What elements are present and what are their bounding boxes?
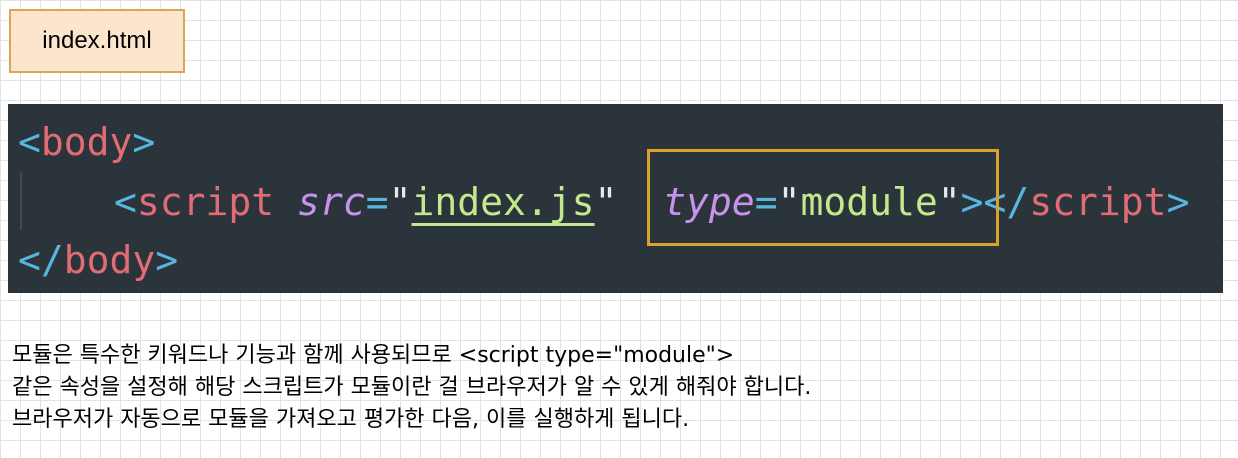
attr-name-src: src	[297, 180, 366, 224]
explanation-text: 모듈은 특수한 키워드나 기능과 함께 사용되므로 <script type="…	[12, 340, 811, 436]
closing-tag-close-bracket: >	[155, 238, 179, 282]
tag-name-script: script	[136, 180, 275, 224]
code-line-body-open: <body>	[18, 116, 155, 168]
tag-name-body: body	[40, 120, 133, 164]
explanation-line-1: 모듈은 특수한 키워드나 기능과 함께 사용되므로 <script type="…	[12, 343, 735, 368]
explanation-line-2: 같은 속성을 설정해 해당 스크립트가 모듈이란 걸 브라우저가 알 수 있게 …	[12, 375, 812, 400]
tag-close-bracket: >	[132, 120, 156, 164]
closing-tag-name-body: body	[63, 238, 156, 282]
explanation-line-3: 브라우저가 자동으로 모듈을 가져오고 평가한 다음, 이를 실행하게 됩니다.	[12, 407, 690, 432]
closing-tag-close-bracket: >	[1166, 180, 1190, 224]
code-line-body-close: </body>	[18, 234, 178, 286]
file-name-label: index.html	[9, 9, 185, 73]
attr-equals: =	[365, 180, 389, 224]
type-module-highlight-box	[647, 149, 999, 246]
closing-tag-open-bracket: </	[18, 238, 64, 282]
attr-quote: "	[594, 180, 618, 224]
closing-tag-name-script: script	[1029, 180, 1167, 224]
tag-open-bracket: <	[114, 180, 137, 224]
code-panel: <body> <script src="index.js" type="modu…	[8, 104, 1223, 293]
tag-open-bracket: <	[18, 120, 41, 164]
indent-guide	[20, 172, 22, 230]
attr-quote: "	[388, 180, 412, 224]
attr-value-src[interactable]: index.js	[411, 180, 594, 224]
